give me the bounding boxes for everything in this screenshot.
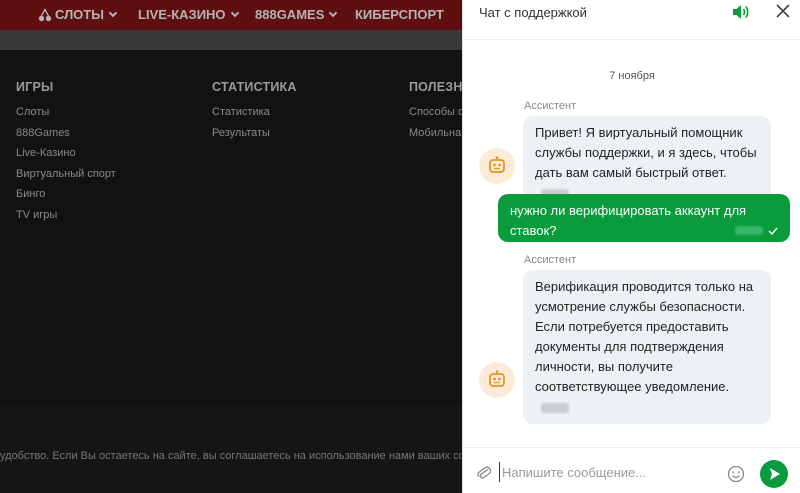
chat-header: Чат с поддержкой: [463, 0, 800, 40]
check-icon: [768, 227, 778, 235]
message-text: нужно ли верифицировать аккаунт для став…: [510, 203, 747, 238]
message-timestamp: [541, 402, 569, 413]
message-sender: Ассистент: [524, 100, 577, 112]
cherry-icon: [38, 8, 52, 22]
footer-heading: ИГРЫ: [16, 80, 54, 94]
message-timestamp: [735, 226, 763, 235]
footer-link[interactable]: TV игры: [16, 205, 116, 226]
message-text: Привет! Я виртуальный помощник службы по…: [535, 125, 757, 180]
date-separator: 7 ноября: [609, 70, 655, 82]
footer-link[interactable]: Статистика: [212, 102, 297, 123]
user-message: нужно ли верифицировать аккаунт для став…: [498, 194, 790, 242]
robot-icon: [489, 156, 505, 173]
chevron-down-icon: [230, 8, 239, 18]
chevron-down-icon: [108, 8, 118, 18]
footer-link[interactable]: Виртуальный спорт: [16, 164, 116, 185]
nav-item-esports[interactable]: КИБЕРСПОРТ: [355, 7, 444, 22]
avatar: [479, 362, 515, 398]
nav-item-label: КИБЕРСПОРТ: [355, 7, 444, 22]
cookie-notice-text: удобство. Если Вы остаетесь на сайте, вы…: [0, 450, 462, 462]
footer-link[interactable]: Бинго: [16, 184, 116, 205]
message-input[interactable]: [499, 462, 719, 482]
footer-link[interactable]: Live-Казино: [16, 143, 116, 164]
nav-item-label: LIVE-КАЗИНО: [138, 7, 226, 22]
message-text: Верификация проводится только на усмотре…: [535, 279, 754, 394]
message-composer: [463, 447, 800, 493]
footer-column-stats: СТАТИСТИКА Статистика Результаты: [212, 80, 297, 143]
footer-link[interactable]: Слоты: [16, 102, 116, 123]
message-meta: [735, 226, 778, 235]
chevron-down-icon: [329, 8, 338, 18]
header-divider-band: [0, 30, 462, 50]
nav-item-slots[interactable]: СЛОТЫ: [55, 7, 118, 22]
assistant-message: Верификация проводится только на усмотре…: [523, 270, 771, 424]
emoji-icon[interactable]: [727, 465, 745, 483]
footer-heading: СТАТИСТИКА: [212, 80, 297, 94]
footer-link[interactable]: Результаты: [212, 123, 297, 144]
message-sender: Ассистент: [524, 254, 577, 266]
support-chat-panel: Чат с поддержкой 7 ноября Ассистент Прив…: [462, 0, 800, 493]
nav-item-label: СЛОТЫ: [55, 7, 104, 22]
footer-link[interactable]: Мобильна: [409, 123, 462, 144]
nav-item-live-casino[interactable]: LIVE-КАЗИНО: [138, 7, 239, 22]
nav-item-888games[interactable]: 888GAMES: [255, 7, 338, 22]
nav-item-label: 888GAMES: [255, 7, 325, 22]
footer-link[interactable]: Способы о: [409, 102, 462, 123]
speaker-icon[interactable]: [731, 3, 751, 21]
footer-column-games: ИГРЫ Слоты 888Games Live-Казино Виртуаль…: [16, 80, 116, 225]
avatar: [479, 148, 515, 184]
top-navigation: СЛОТЫ LIVE-КАЗИНО 888GAMES КИБЕРСПОРТ: [0, 0, 462, 30]
send-button[interactable]: [760, 460, 788, 488]
chat-title: Чат с поддержкой: [479, 5, 587, 20]
footer-heading: ПОЛЕЗНО: [409, 80, 462, 94]
paperclip-icon[interactable]: [477, 464, 491, 482]
send-icon: [770, 468, 780, 480]
footer-link[interactable]: 888Games: [16, 123, 116, 144]
cookie-banner: [0, 404, 462, 493]
footer-column-useful: ПОЛЕЗНО Способы о Мобильна: [409, 80, 462, 143]
robot-icon: [489, 370, 505, 387]
close-icon[interactable]: [775, 3, 791, 19]
